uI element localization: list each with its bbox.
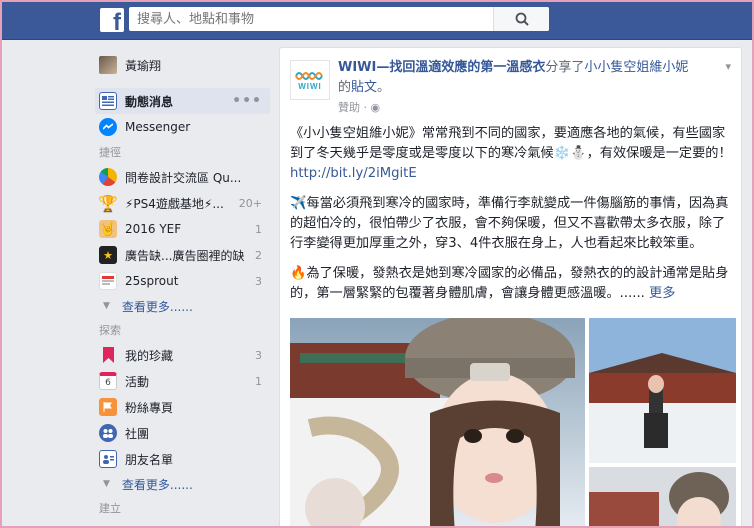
page-avatar[interactable]: WIWI (290, 60, 330, 100)
notification-count: 2 (255, 248, 262, 262)
more-options-icon[interactable]: ••• (232, 93, 270, 109)
sidebar-item-label: 廣告缺...廣告圈裡的缺 (125, 248, 245, 263)
sidebar-item-label: Messenger (125, 120, 191, 134)
notification-count: 3 (255, 274, 262, 288)
sidebar-item-yef[interactable]: 🤘 2016 YEF 1 (95, 216, 270, 242)
sidebar-item-pages[interactable]: 粉絲專頁 (95, 394, 270, 420)
pie-chart-icon (99, 168, 117, 186)
search-icon (515, 12, 529, 26)
post-header: WIWI WIWI—找回溫適效應的第一溫感衣分享了小小隻空姐維小妮 的貼文。 贊… (290, 58, 731, 114)
left-navigation: 黃瑜翔 動態消息 ••• Messenger 捷徑 問卷設計交流區 Qu... … (95, 52, 270, 520)
sprout-logo-icon (99, 272, 117, 290)
notification-count: 1 (255, 222, 262, 236)
post-options-chevron-icon[interactable]: ▾ (725, 60, 731, 73)
search-button[interactable] (493, 7, 549, 31)
sidebar-item-news-feed[interactable]: 動態消息 ••• (95, 88, 270, 114)
shared-text: 分享了 (545, 60, 585, 75)
avatar (99, 56, 117, 74)
sponsored-post-card: WIWI WIWI—找回溫適效應的第一溫感衣分享了小小隻空姐維小妮 的貼文。 贊… (279, 47, 742, 528)
chevron-down-icon: ▼ (103, 479, 110, 489)
top-bar: f (0, 0, 754, 40)
sidebar-item-label: 25sprout (125, 274, 179, 288)
wiwi-logo-icon (295, 71, 323, 80)
post-paragraph-1: 《小小隻空姐維小妮》常常飛到不同的國家，要適應各地的氣候，有些國家到了冬天幾乎是… (290, 124, 733, 184)
shared-from-link[interactable]: 小小隻空姐維小妮 (584, 60, 688, 75)
sidebar-item-saved[interactable]: 我的珍藏 3 (95, 342, 270, 368)
post-photo-2[interactable] (589, 318, 736, 463)
see-more-link[interactable]: 更多 (649, 286, 675, 301)
messenger-icon (99, 118, 117, 136)
news-feed-icon (99, 92, 117, 110)
globe-icon: ◉ (370, 101, 381, 114)
chevron-down-icon: ▼ (103, 301, 110, 311)
group-photo-icon: 🤘 (99, 220, 117, 238)
see-more-label: 查看更多...... (121, 477, 193, 492)
friends-list-icon (99, 450, 117, 468)
facebook-logo-icon[interactable]: f (100, 8, 124, 32)
sidebar-item-label: 我的珍藏 (125, 348, 174, 363)
post-url-link[interactable]: http://bit.ly/2iMgitE (290, 166, 417, 181)
post-link-suffix: 。 (377, 80, 391, 95)
paragraph-tail: ，有效保暖是一定要的！ (586, 146, 732, 161)
sidebar-item-label: 動態消息 (125, 94, 174, 109)
user-name: 黃瑜翔 (125, 58, 162, 73)
fire-emoji-icon: 🔥 (290, 266, 307, 281)
airplane-emoji-icon: ✈️ (290, 196, 307, 211)
post-paragraph-3: 🔥為了保暖，發熱衣是她到寒冷國家的必備品，發熱衣的的設計通常是貼身的，第一層緊緊… (290, 264, 733, 304)
sidebar-item-label: 粉絲專頁 (125, 400, 174, 415)
sidebar-item-ps4-group[interactable]: 🏆 ⚡PS4遊戲基地⚡... 20+ (95, 190, 270, 216)
post-photo-3[interactable] (589, 467, 736, 528)
section-heading-explore: 探索 (99, 324, 121, 337)
sidebar-item-label: 社團 (125, 426, 150, 441)
profile-link[interactable]: 黃瑜翔 (95, 52, 270, 78)
search-bar (129, 7, 549, 31)
sponsored-label[interactable]: 贊助 (338, 101, 360, 114)
notification-count: 20+ (238, 196, 262, 210)
page-name-link[interactable]: WIWI—找回溫適效應的第一溫感衣 (338, 60, 545, 75)
see-more-label: 查看更多...... (121, 299, 193, 314)
avatar-word: WIWI (298, 81, 322, 91)
see-more-shortcuts[interactable]: ▼ 查看更多...... (95, 294, 270, 318)
trophy-icon: 🏆 (98, 193, 118, 213)
sidebar-item-label: 活動 (125, 374, 150, 389)
section-heading-create: 建立 (99, 502, 121, 515)
shared-from-suffix: 的 (338, 80, 352, 95)
post-photo-main[interactable] (290, 318, 585, 528)
sidebar-item-ad-group[interactable]: ★ 廣告缺...廣告圈裡的缺 2 (95, 242, 270, 268)
sidebar-item-label: ⚡PS4遊戲基地⚡... (125, 196, 224, 211)
post-photo-grid (290, 318, 736, 528)
sidebar-item-25sprout[interactable]: 25sprout 3 (95, 268, 270, 294)
post-paragraph-2: ✈️每當必須飛到寒冷的國家時，準備行李就變成一件傷腦筋的事情，因為真的超怕冷的，… (290, 194, 733, 254)
see-more-explore[interactable]: ▼ 查看更多...... (95, 472, 270, 496)
paragraph-text: 每當必須飛到寒冷的國家時，準備行李就變成一件傷腦筋的事情，因為真的超怕冷的，很怕… (290, 196, 729, 251)
sidebar-item-friend-lists[interactable]: 朋友名單 (95, 446, 270, 472)
notification-count: 3 (255, 348, 262, 362)
post-author-line: WIWI—找回溫適效應的第一溫感衣分享了小小隻空姐維小妮 的貼文。 贊助 · ◉ (338, 58, 713, 118)
groups-icon (99, 424, 117, 442)
calendar-icon: 6 (99, 372, 117, 390)
post-body: 《小小隻空姐維小妮》常常飛到不同的國家，要適應各地的氣候，有些國家到了冬天幾乎是… (290, 124, 733, 314)
snow-emoji-icon: ❄️⛄ (553, 146, 587, 161)
sidebar-item-messenger[interactable]: Messenger (95, 114, 270, 140)
search-input[interactable] (129, 7, 493, 31)
sidebar-item-label: 2016 YEF (125, 222, 182, 236)
section-heading-shortcuts: 捷徑 (99, 146, 121, 159)
notification-count: 1 (255, 374, 262, 388)
bookmark-icon (99, 346, 117, 364)
star-badge-icon: ★ (99, 246, 117, 264)
sidebar-item-groups[interactable]: 社團 (95, 420, 270, 446)
separator-dot: · (360, 101, 371, 114)
sidebar-item-label: 問卷設計交流區 Qu... (125, 170, 242, 185)
flag-icon (99, 398, 117, 416)
sidebar-item-label: 朋友名單 (125, 452, 174, 467)
sidebar-item-survey-group[interactable]: 問卷設計交流區 Qu... (95, 164, 270, 190)
post-link[interactable]: 貼文 (351, 80, 377, 95)
sidebar-item-events[interactable]: 6 活動 1 (95, 368, 270, 394)
